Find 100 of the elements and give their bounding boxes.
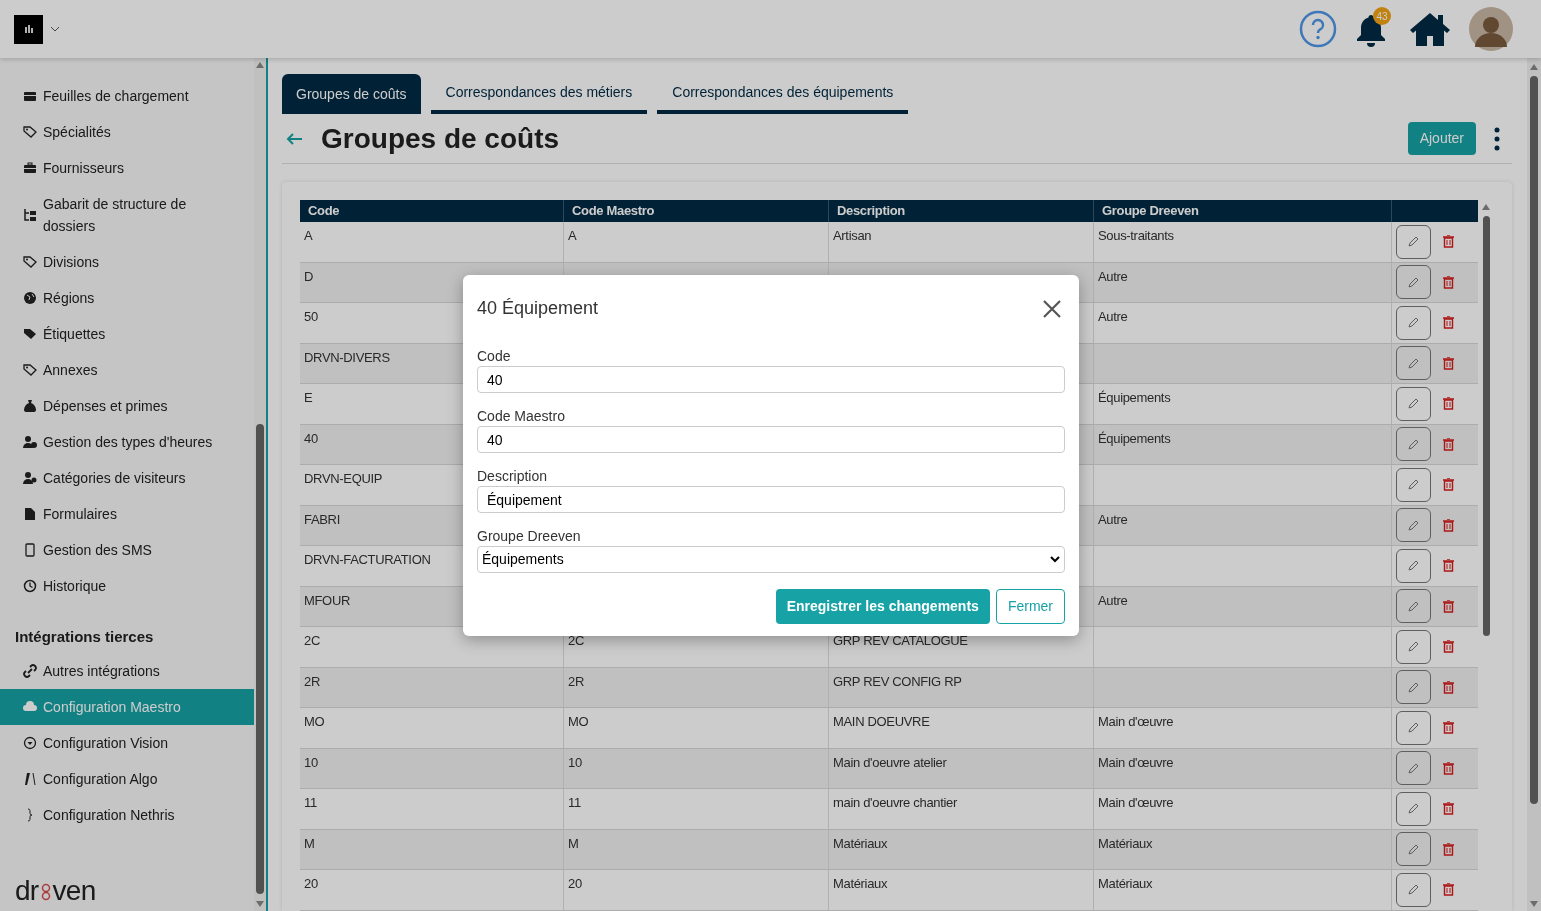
trash-icon[interactable]	[1443, 802, 1454, 816]
select-field[interactable]: Équipements	[477, 546, 1065, 573]
sidebar-item[interactable]: Annexes	[0, 352, 254, 388]
home-icon[interactable]	[1409, 11, 1451, 47]
pencil-icon	[1407, 437, 1420, 451]
user-clock-icon	[22, 435, 38, 449]
edit-button[interactable]	[1396, 548, 1431, 583]
table-cell: 11	[304, 795, 317, 810]
sidebar-item[interactable]: Historique	[0, 568, 254, 604]
sidebar-item[interactable]: Spécialités	[0, 114, 254, 150]
avatar[interactable]	[1469, 7, 1513, 51]
table-cell: FABRI	[304, 511, 340, 527]
tab[interactable]: Correspondances des métiers	[430, 74, 648, 114]
sidebar-item[interactable]: Catégories de visiteurs	[0, 460, 254, 496]
back-arrow-icon[interactable]	[286, 132, 303, 145]
table-cell: 10	[304, 754, 318, 770]
edit-button[interactable]	[1396, 224, 1431, 259]
field-label: Description	[477, 467, 549, 486]
sidebar-item[interactable]: Fournisseurs	[0, 150, 254, 186]
chevron-down-icon[interactable]	[50, 26, 60, 32]
briefcase-icon	[22, 161, 38, 175]
trash-icon[interactable]	[1443, 437, 1454, 451]
edit-button[interactable]	[1396, 832, 1431, 867]
dialog-title: 40 Équipement	[477, 297, 599, 320]
page-title: Groupes de coûts	[321, 121, 560, 156]
folder-tree-icon	[22, 208, 38, 222]
table-cell: MO	[304, 714, 325, 729]
company-logo[interactable]	[14, 14, 43, 44]
edit-button[interactable]	[1396, 386, 1431, 421]
trash-icon[interactable]	[1443, 761, 1454, 775]
edit-button[interactable]	[1396, 670, 1431, 705]
edit-button[interactable]	[1396, 346, 1431, 381]
tab[interactable]: Correspondances des équipements	[657, 74, 909, 114]
trash-icon[interactable]	[1443, 640, 1454, 654]
table-cell: 10	[568, 754, 582, 770]
tab[interactable]: Groupes de coûts	[282, 74, 421, 114]
sidebar-item[interactable]: Autres intégrations	[0, 652, 254, 689]
sidebar-item[interactable]: Gestion des types d'heures	[0, 424, 254, 460]
file-icon	[22, 507, 38, 521]
sidebar-item[interactable]: Gabarit de structure de dossiers	[0, 186, 254, 244]
sidebar-item[interactable]: Étiquettes	[0, 316, 254, 352]
edit-button[interactable]	[1396, 265, 1431, 300]
trash-icon[interactable]	[1443, 721, 1454, 735]
table-cell: DRVN-DIVERS	[304, 349, 390, 365]
help-icon[interactable]	[1299, 10, 1337, 48]
trash-icon[interactable]	[1443, 559, 1454, 573]
trash-icon[interactable]	[1443, 478, 1454, 492]
trash-icon[interactable]	[1443, 883, 1454, 897]
trash-icon[interactable]	[1443, 680, 1454, 694]
edit-button[interactable]	[1396, 508, 1431, 543]
sidebar-item[interactable]: Régions	[0, 280, 254, 316]
table-cell: MFOUR	[304, 592, 351, 608]
table-cell: E	[304, 390, 313, 405]
table-cell: 40	[304, 430, 318, 446]
edit-button[interactable]	[1396, 872, 1431, 907]
text-field[interactable]: Équipement	[477, 486, 1065, 513]
pencil-icon	[1407, 802, 1420, 816]
globe-icon	[22, 291, 38, 305]
sidebar-item[interactable]: Formulaires	[0, 496, 254, 532]
edit-button[interactable]	[1396, 629, 1431, 664]
sidebar-scrollbar[interactable]	[254, 58, 266, 911]
pencil-icon	[1407, 235, 1420, 249]
edit-button[interactable]	[1396, 710, 1431, 745]
bell-icon[interactable]	[1355, 13, 1387, 47]
sidebar-item[interactable]: Feuilles de chargement	[0, 78, 254, 114]
table-cell: Main d'oeuvre atelier	[833, 754, 947, 770]
pencil-icon	[1407, 761, 1420, 775]
trash-icon[interactable]	[1443, 275, 1454, 289]
text-field[interactable]: 40	[477, 426, 1065, 453]
sidebar-item[interactable]: Dépenses et primes	[0, 388, 254, 424]
trash-icon[interactable]	[1443, 397, 1454, 411]
table-cell: Matériaux	[833, 835, 888, 851]
sidebar-item[interactable]: Configuration Nethris	[0, 796, 254, 833]
tag-icon	[22, 125, 38, 139]
sidebar-item[interactable]: Gestion des SMS	[0, 532, 254, 568]
close-icon[interactable]	[1043, 299, 1061, 318]
trash-icon[interactable]	[1443, 356, 1454, 370]
table-cell: Artisan	[833, 228, 872, 243]
edit-button[interactable]	[1396, 751, 1431, 786]
trash-icon[interactable]	[1443, 316, 1454, 330]
pencil-icon	[1407, 599, 1420, 613]
trash-icon[interactable]	[1443, 235, 1454, 249]
sidebar-item[interactable]: Configuration Algo	[0, 760, 254, 797]
cloud-icon	[22, 699, 38, 714]
trash-icon[interactable]	[1443, 599, 1454, 613]
edit-button[interactable]	[1396, 427, 1431, 462]
page-scrollbar[interactable]	[1527, 58, 1541, 911]
edit-button[interactable]	[1396, 589, 1431, 624]
pencil-icon	[1407, 397, 1420, 411]
pencil-icon	[1407, 559, 1420, 573]
more-options-icon[interactable]	[1494, 126, 1500, 151]
sidebar-item[interactable]: Divisions	[0, 244, 254, 280]
edit-button[interactable]	[1396, 305, 1431, 340]
trash-icon[interactable]	[1443, 842, 1454, 856]
text-field[interactable]: 40	[477, 366, 1065, 393]
trash-icon[interactable]	[1443, 518, 1454, 532]
pencil-icon	[1407, 356, 1420, 370]
users-icon	[22, 471, 38, 485]
edit-button[interactable]	[1396, 791, 1431, 826]
edit-button[interactable]	[1396, 467, 1431, 502]
